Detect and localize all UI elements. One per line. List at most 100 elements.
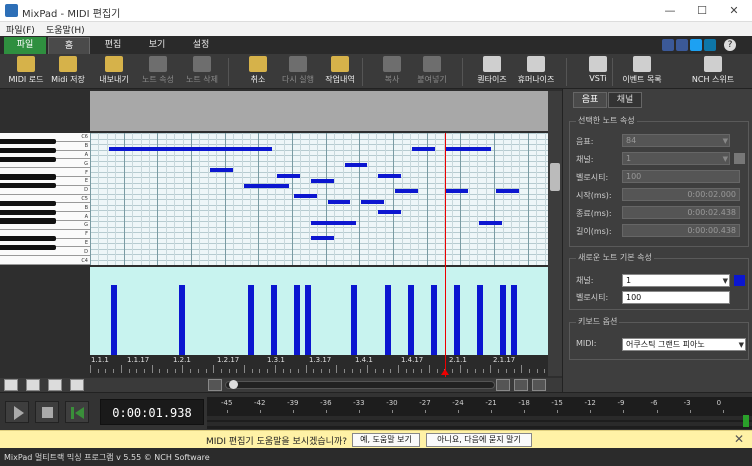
- midi-note[interactable]: [344, 163, 368, 168]
- tab-home[interactable]: 홈: [48, 37, 90, 54]
- snap-icon[interactable]: [4, 379, 18, 391]
- piano-black-key[interactable]: [0, 147, 56, 154]
- piano-black-key[interactable]: [0, 235, 56, 242]
- midi-note[interactable]: [108, 147, 178, 152]
- velocity-bar[interactable]: [477, 285, 483, 355]
- velocity-bar[interactable]: [351, 285, 358, 355]
- midi-note[interactable]: [226, 147, 273, 152]
- zoom-selection-icon[interactable]: [532, 379, 546, 391]
- folder-open-button[interactable]: MIDI 로드: [4, 56, 48, 88]
- tab-file[interactable]: 파일: [4, 37, 46, 54]
- twitter-icon[interactable]: [690, 39, 702, 51]
- midi-note[interactable]: [310, 236, 334, 241]
- midi-note[interactable]: [277, 173, 300, 178]
- overview-strip[interactable]: [90, 91, 548, 131]
- velocity-bar[interactable]: [408, 285, 415, 355]
- tab-edit[interactable]: 편집: [92, 37, 134, 54]
- velocity-bar[interactable]: [454, 285, 461, 355]
- redo-button[interactable]: 다시 실행: [276, 56, 320, 88]
- menu-file[interactable]: 파일(F): [6, 23, 35, 36]
- midi-note[interactable]: [310, 178, 334, 183]
- humanize-button[interactable]: 휴머나이즈: [514, 56, 558, 88]
- note-grid[interactable]: [90, 133, 548, 265]
- thumbs-up-icon[interactable]: [662, 39, 674, 51]
- midi-note[interactable]: [294, 194, 317, 199]
- vsti-button[interactable]: VSTi: [576, 56, 620, 88]
- vertical-scrollbar[interactable]: [548, 91, 562, 376]
- undo-button[interactable]: 취소: [236, 56, 280, 88]
- note-properties-button[interactable]: 노트 속성: [136, 56, 180, 88]
- zoom-fit-icon[interactable]: [514, 379, 528, 391]
- tab-channel[interactable]: 채널: [608, 92, 642, 108]
- default-channel-select[interactable]: 1 ▼: [622, 274, 730, 287]
- playhead[interactable]: [445, 133, 446, 377]
- velocity-bar[interactable]: [179, 285, 186, 355]
- stop-button[interactable]: [35, 401, 59, 423]
- velocity-bar[interactable]: [110, 285, 117, 355]
- nch-suite-button[interactable]: NCH 스위트: [682, 56, 744, 88]
- paste-button[interactable]: 붙여넣기: [410, 56, 454, 88]
- grid-icon[interactable]: [26, 379, 40, 391]
- velocity-bar[interactable]: [431, 285, 438, 355]
- selected-field-value[interactable]: 0:00:00.438: [622, 224, 740, 237]
- rewind-button[interactable]: [65, 401, 89, 423]
- midi-note[interactable]: [327, 199, 351, 204]
- velocity-bar[interactable]: [385, 285, 392, 355]
- piano-black-key[interactable]: [0, 209, 56, 215]
- midi-note[interactable]: [378, 173, 401, 178]
- velocity-bar[interactable]: [248, 285, 254, 355]
- midi-note[interactable]: [395, 189, 418, 194]
- midi-note[interactable]: [310, 220, 357, 225]
- piano-black-key[interactable]: [0, 156, 56, 163]
- timeline-ruler[interactable]: 1.1.1 1.1.17 1.2.1 1.2.17 1.3.1 1.3.17 1.4.1 1.…: [90, 355, 548, 377]
- event-list-button[interactable]: 이벤트 목록: [620, 56, 664, 88]
- scroll-thumb[interactable]: [550, 163, 560, 191]
- selected-field-value[interactable]: 100: [622, 170, 740, 183]
- horizontal-zoom-slider[interactable]: [225, 380, 495, 389]
- piano-black-key[interactable]: [0, 174, 56, 180]
- copy-button[interactable]: 복사: [370, 56, 414, 88]
- zoom-knob[interactable]: [229, 380, 238, 389]
- show-help-button[interactable]: 예, 도움말 보기: [352, 433, 420, 447]
- piano-black-key[interactable]: [0, 183, 56, 189]
- piano-white-key[interactable]: C4: [0, 256, 90, 265]
- piano-keyboard[interactable]: C6 B A G F E D C5 B A G F E D C4: [0, 133, 90, 265]
- velocity-bar[interactable]: [511, 285, 518, 355]
- linkedin-icon[interactable]: [704, 39, 716, 51]
- zoom-in-icon[interactable]: [496, 379, 510, 391]
- keyboard-icon[interactable]: [48, 379, 62, 391]
- midi-note[interactable]: [479, 220, 502, 225]
- midi-note[interactable]: [496, 189, 519, 194]
- save-button[interactable]: Midi 저장: [46, 56, 90, 88]
- midi-note[interactable]: [209, 168, 233, 173]
- piano-black-key[interactable]: [0, 244, 56, 251]
- midi-note[interactable]: [445, 147, 492, 152]
- default-velocity-input[interactable]: 100: [622, 291, 730, 304]
- piano-black-key[interactable]: [0, 139, 56, 145]
- velocity-bar[interactable]: [293, 285, 300, 355]
- piano-black-key[interactable]: [0, 200, 56, 207]
- piano-black-key[interactable]: [0, 218, 56, 224]
- menu-help[interactable]: 도움말(H): [46, 23, 85, 36]
- dont-ask-button[interactable]: 아니요, 다음에 묻지 말기: [426, 433, 532, 447]
- maximize-button[interactable]: ☐: [692, 3, 712, 19]
- close-button[interactable]: ✕: [724, 3, 744, 19]
- selected-field-value[interactable]: 84 ▼: [622, 134, 730, 147]
- midi-note[interactable]: [243, 184, 289, 189]
- history-button[interactable]: 작업내역: [318, 56, 362, 88]
- velocity-icon[interactable]: [70, 379, 84, 391]
- selected-field-value[interactable]: 1 ▼: [622, 152, 730, 165]
- note-delete-button[interactable]: 노트 삭제: [180, 56, 224, 88]
- minimize-button[interactable]: —: [660, 3, 680, 19]
- channel-color-swatch[interactable]: [734, 275, 745, 286]
- midi-instrument-select[interactable]: 어쿠스틱 그랜드 피아노 ▼: [622, 338, 746, 351]
- selected-field-value[interactable]: 0:00:02.438: [622, 206, 740, 219]
- velocity-bar[interactable]: [270, 285, 277, 355]
- midi-note[interactable]: [361, 199, 385, 204]
- close-icon[interactable]: ✕: [734, 432, 744, 446]
- zoom-out-icon[interactable]: [208, 379, 222, 391]
- velocity-lane[interactable]: [90, 267, 548, 355]
- export-button[interactable]: 내보내기: [92, 56, 136, 88]
- help-icon[interactable]: ?: [724, 39, 736, 51]
- facebook-icon[interactable]: [676, 39, 688, 51]
